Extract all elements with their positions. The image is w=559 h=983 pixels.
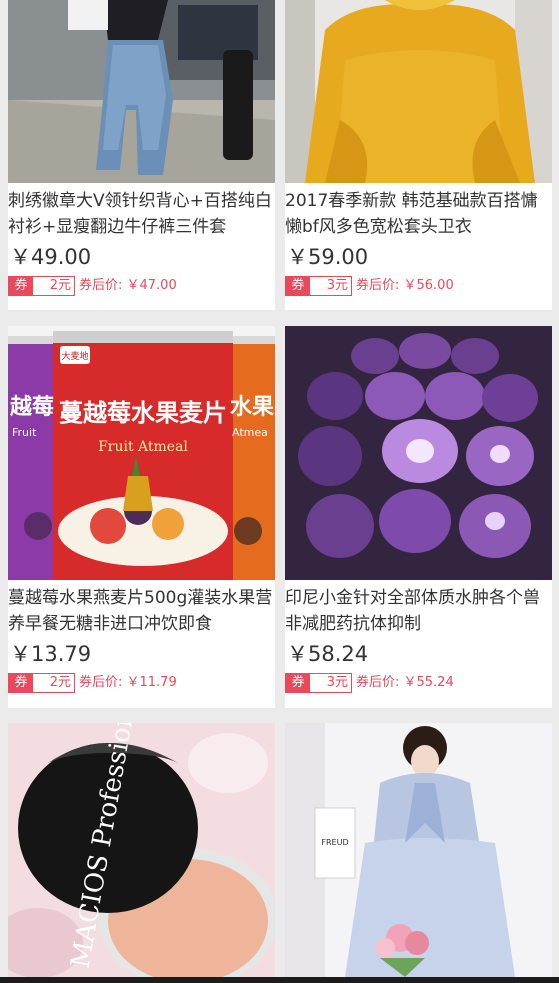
product-price: ￥13.79 xyxy=(10,642,92,666)
product-title[interactable]: 蔓越莓水果燕麦片500g灌装水果营养早餐无糖非进口冲饮即食 xyxy=(8,585,274,637)
coupon-tag: 券 xyxy=(286,277,310,295)
product-card[interactable]: FREUD xyxy=(285,723,552,977)
after-coupon-price: 券后价: ￥47.00 xyxy=(79,278,177,293)
product-image[interactable]: 大麦地 蔓越莓水果麦片 Fruit Atmeal 越莓 Fruit 水果 Atm… xyxy=(8,326,275,580)
coupon-row: 券 3元 券后价: ￥55.24 xyxy=(285,672,454,694)
package-left-label: 越莓 xyxy=(9,394,54,420)
package-right-sublabel: Atmea xyxy=(232,426,268,439)
product-title[interactable]: 2017春季新款 韩范基础款百搭慵懒bf风多色宽松套头卫衣 xyxy=(285,188,551,240)
product-feed: 刺绣徽章大V领针织背心+百搭纯白衬衫+显瘦翻边牛仔裤三件套 ￥49.00 券 2… xyxy=(0,0,559,983)
coupon-row: 券 2元 券后价: ￥47.00 xyxy=(8,275,177,297)
coupon-amount: 2元 xyxy=(49,278,71,293)
product-image[interactable]: FREUD xyxy=(285,723,552,977)
coupon-tag: 券 xyxy=(9,277,33,295)
product-image[interactable] xyxy=(285,0,552,183)
coupon-badge[interactable]: 券 3元 xyxy=(285,276,352,296)
package-label: 蔓越莓水果麦片 xyxy=(59,399,227,427)
product-card[interactable]: MACIOS Professional xyxy=(8,723,275,977)
product-image[interactable]: MACIOS Professional xyxy=(8,723,275,977)
bottom-bar xyxy=(0,977,559,983)
package-right-label: 水果 xyxy=(230,395,274,420)
product-card[interactable]: 大麦地 蔓越莓水果麦片 Fruit Atmeal 越莓 Fruit 水果 Atm… xyxy=(8,326,275,708)
coupon-tag: 券 xyxy=(286,674,310,692)
product-title[interactable]: 刺绣徽章大V领针织背心+百搭纯白衬衫+显瘦翻边牛仔裤三件套 xyxy=(8,188,274,240)
product-price: ￥58.24 xyxy=(287,642,369,666)
after-coupon-price: 券后价: ￥55.24 xyxy=(356,675,454,690)
product-price: ￥59.00 xyxy=(287,245,369,269)
product-price: ￥49.00 xyxy=(10,245,92,269)
coupon-amount: 2元 xyxy=(49,675,71,690)
brand-label: 大麦地 xyxy=(61,350,88,362)
product-card[interactable]: 刺绣徽章大V领针织背心+百搭纯白衬衫+显瘦翻边牛仔裤三件套 ￥49.00 券 2… xyxy=(8,0,275,310)
product-card[interactable]: 印尼小金针对全部体质水肿各个兽非减肥药抗体抑制 ￥58.24 券 3元 券后价:… xyxy=(285,326,552,708)
product-image[interactable] xyxy=(285,326,552,580)
product-card[interactable]: 2017春季新款 韩范基础款百搭慵懒bf风多色宽松套头卫衣 ￥59.00 券 3… xyxy=(285,0,552,310)
product-title[interactable]: 印尼小金针对全部体质水肿各个兽非减肥药抗体抑制 xyxy=(285,585,551,637)
coupon-badge[interactable]: 券 2元 xyxy=(8,673,75,693)
coupon-badge[interactable]: 券 3元 xyxy=(285,673,352,693)
coupon-amount: 3元 xyxy=(326,278,348,293)
package-sublabel: Fruit Atmeal xyxy=(98,439,188,455)
coupon-badge[interactable]: 券 2元 xyxy=(8,276,75,296)
coupon-row: 券 2元 券后价: ￥11.79 xyxy=(8,672,177,694)
package-left-sublabel: Fruit xyxy=(12,426,37,439)
after-coupon-price: 券后价: ￥56.00 xyxy=(356,278,454,293)
coupon-tag: 券 xyxy=(9,674,33,692)
coupon-amount: 3元 xyxy=(326,675,348,690)
coupon-row: 券 3元 券后价: ￥56.00 xyxy=(285,275,454,297)
bag-label: FREUD xyxy=(321,838,348,847)
after-coupon-price: 券后价: ￥11.79 xyxy=(79,675,177,690)
product-image[interactable] xyxy=(8,0,275,183)
